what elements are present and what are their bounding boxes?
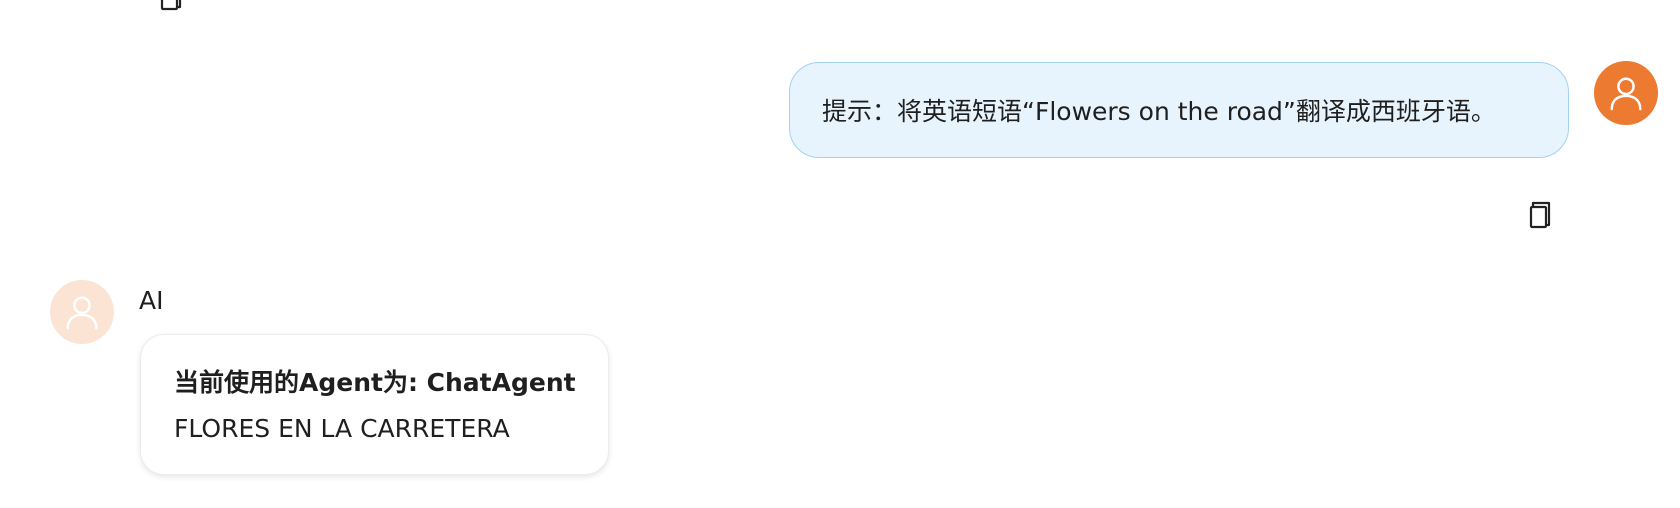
ai-sender-name: AI [139, 286, 164, 315]
user-avatar [1594, 61, 1658, 125]
ai-avatar-icon [66, 296, 98, 330]
ai-avatar [50, 280, 114, 344]
ai-reply-text: FLORES EN LA CARRETERA [174, 414, 510, 443]
user-message-text: 提示：将英语短语“Flowers on the road”翻译成西班牙语。 [822, 97, 1496, 126]
ai-message-bubble: 当前使用的Agent为: ChatAgent FLORES EN LA CARR… [140, 334, 609, 475]
copy-icon[interactable] [158, 0, 184, 12]
user-avatar-icon [1610, 77, 1642, 111]
agent-info-line: 当前使用的Agent为: ChatAgent [174, 368, 576, 397]
copy-icon[interactable] [1527, 200, 1553, 230]
user-message-bubble: 提示：将英语短语“Flowers on the road”翻译成西班牙语。 [789, 62, 1569, 158]
